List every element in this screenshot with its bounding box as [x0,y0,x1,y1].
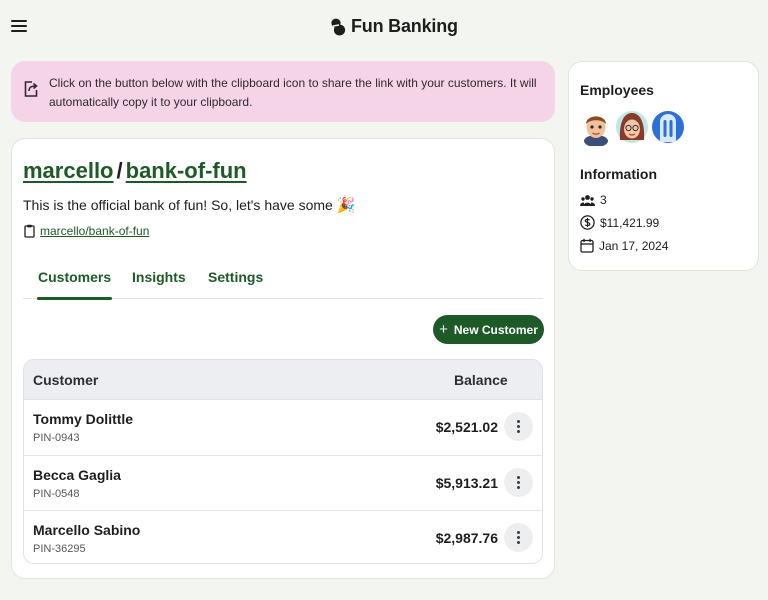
logo-icon [331,18,346,35]
customer-balance: $5,913.21 [435,475,498,491]
clipboard-icon[interactable] [24,224,35,238]
calendar-icon [580,238,594,253]
table-row[interactable]: Marcello Sabino PIN-36295 $2,987.76 [24,510,542,563]
top-bar: Fun Banking [0,0,768,56]
info-card: Employees Information 3 $11,421.99 Jan 1… [568,61,759,271]
users-icon [580,194,595,206]
customer-balance: $2,521.02 [435,419,498,435]
brand[interactable]: Fun Banking [330,16,458,37]
bank-link[interactable]: marcello/bank-of-fun [40,224,149,238]
dollar-icon [580,215,595,230]
share-icon [24,81,38,97]
customer-pin: PIN-0548 [33,488,80,500]
customer-balance: $2,987.76 [435,530,498,546]
new-customer-label: New Customer [453,322,538,337]
bank-card: marcello / bank-of-fun This is the offic… [11,138,555,579]
customers-table: Customer Balance Tommy Dolittle PIN-0943… [23,359,543,564]
page-title: marcello / bank-of-fun [23,158,247,184]
plus-icon: + [439,321,448,338]
employee-avatars [580,108,684,146]
bank-description: This is the official bank of fun! So, le… [23,196,356,214]
table-row[interactable]: Tommy Dolittle PIN-0943 $2,521.02 [24,400,542,455]
copy-link-row[interactable]: marcello/bank-of-fun [24,224,149,238]
customer-name: Marcello Sabino [33,522,141,538]
table-header: Customer Balance [24,360,542,400]
title-separator: / [116,158,123,183]
employee-count: 3 [600,193,607,207]
employee-count-row: 3 [580,193,607,207]
customer-name: Tommy Dolittle [33,411,134,427]
new-customer-button[interactable]: + New Customer [433,315,544,344]
employees-heading: Employees [580,82,654,98]
avatar[interactable] [580,108,612,146]
header-customer: Customer [33,372,99,388]
notice-text: Click on the button below with the clipb… [49,76,537,109]
tab-bar: Customers Insights Settings [23,269,543,300]
kebab-icon[interactable] [504,468,533,497]
avatar[interactable] [652,108,684,146]
menu-icon[interactable] [11,20,27,34]
tab-settings[interactable]: Settings [208,269,263,299]
tab-customers[interactable]: Customers [36,269,113,300]
tab-insights[interactable]: Insights [132,269,186,299]
customer-name: Becca Gaglia [33,467,121,483]
customer-pin: PIN-0943 [33,432,80,444]
avatar[interactable] [616,108,648,146]
owner-link[interactable]: marcello [23,158,114,184]
kebab-icon[interactable] [504,523,533,552]
table-row[interactable]: Becca Gaglia PIN-0548 $5,913.21 [24,455,542,510]
date-row: Jan 17, 2024 [580,238,668,253]
party-emoji: 🎉 [336,197,356,214]
created-date: Jan 17, 2024 [599,238,669,253]
total-balance: $11,421.99 [600,215,660,230]
kebab-icon[interactable] [504,412,533,441]
total-balance-row: $11,421.99 [580,215,659,230]
information-heading: Information [580,166,657,182]
header-balance: Balance [454,372,508,388]
description-text: This is the official bank of fun! So, le… [23,197,333,213]
customer-pin: PIN-36295 [33,543,86,555]
share-notice: Click on the button below with the clipb… [11,61,555,122]
brand-name: Fun Banking [351,16,458,36]
bank-name-link[interactable]: bank-of-fun [126,158,247,184]
